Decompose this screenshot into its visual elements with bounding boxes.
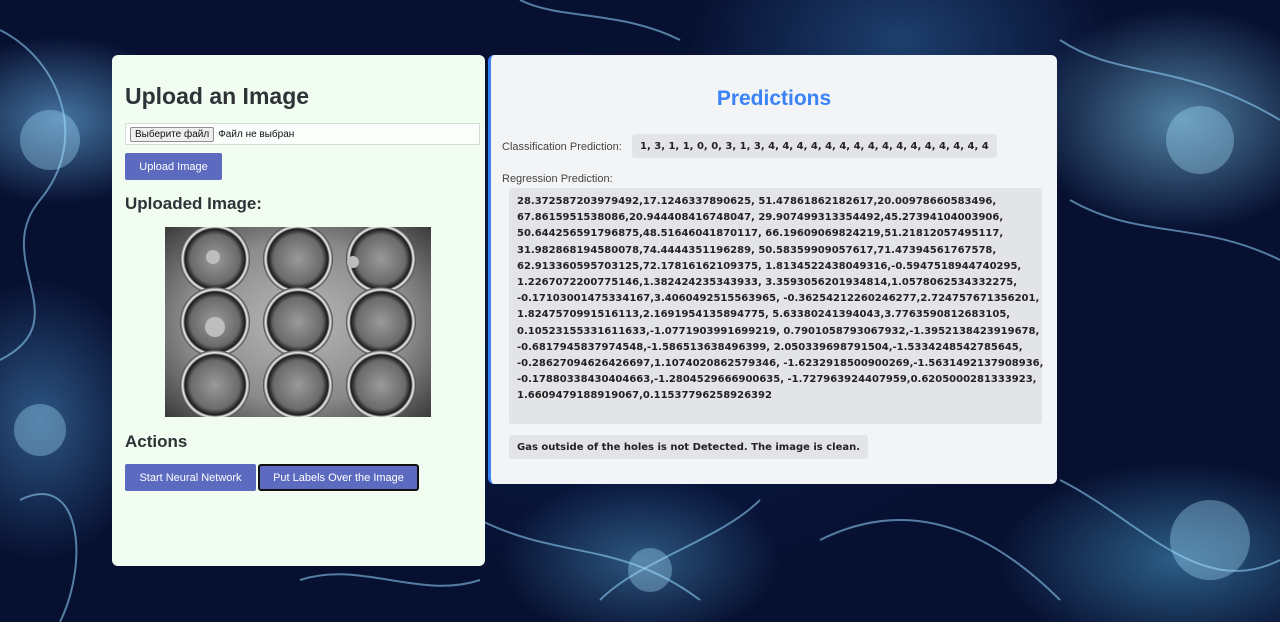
start-neural-network-button[interactable]: Start Neural Network [125, 464, 256, 491]
regression-label: Regression Prediction: [502, 173, 613, 185]
wells-image [180, 227, 416, 417]
choose-file-button[interactable]: Выберите файл [130, 126, 215, 142]
file-status-text: Файл не выбран [218, 128, 295, 140]
regression-line: 62.913360595703125,72.17816162109375, 1.… [517, 260, 1022, 272]
upload-title: Upload an Image [125, 83, 310, 109]
regression-line: 1.6609479188919067,0.11537796258926392 [517, 390, 772, 402]
regression-line: -0.17880338430404663,-1.2804529666900635… [517, 374, 1037, 386]
classification-label: Classification Prediction: [502, 141, 622, 153]
regression-line: 1.8247570991516113,2.1691954135894775, 5… [517, 309, 1011, 321]
upload-image-button[interactable]: Upload Image [125, 153, 222, 180]
regression-line: -0.17103001475334167,3.4060492515563965,… [517, 293, 1040, 305]
regression-line: 50.644256591796875,48.51646041870117, 66… [517, 228, 1004, 240]
predictions-panel: Predictions Classification Prediction: 1… [488, 55, 1057, 484]
regression-line: -0.28627094626426697,1.1074020862579346,… [517, 358, 1044, 370]
regression-line: 28.372587203979492,17.1246337890625, 51.… [517, 196, 997, 207]
regression-line: 1.2267072200775146,1.382424235343933, 3.… [517, 277, 1018, 289]
upload-panel: Upload an Image Выберите файл Файл не вы… [112, 55, 485, 566]
uploaded-image-preview [165, 227, 431, 417]
regression-line: -0.6817945837974548,-1.586513638496399, … [517, 341, 1023, 353]
classification-value: 1, 3, 1, 1, 0, 0, 3, 1, 3, 4, 4, 4, 4, 4… [632, 134, 997, 158]
regression-line: 67.8615951538086,20.944408416748047, 29.… [517, 212, 1004, 224]
actions-heading: Actions [125, 432, 188, 451]
file-input[interactable]: Выберите файл Файл не выбран [125, 123, 480, 145]
uploaded-image-heading: Uploaded Image: [125, 194, 262, 213]
regression-value: 28.372587203979492,17.1246337890625, 51.… [509, 188, 1044, 424]
predictions-title: Predictions [716, 87, 832, 110]
put-labels-button[interactable]: Put Labels Over the Image [258, 464, 419, 491]
regression-line: 0.10523155331611633,-1.0771903991699219,… [517, 325, 1040, 337]
gas-detection-status: Gas outside of the holes is not Detected… [509, 435, 869, 459]
regression-line: 31.982868194580078,74.4444351196289, 50.… [517, 244, 997, 256]
